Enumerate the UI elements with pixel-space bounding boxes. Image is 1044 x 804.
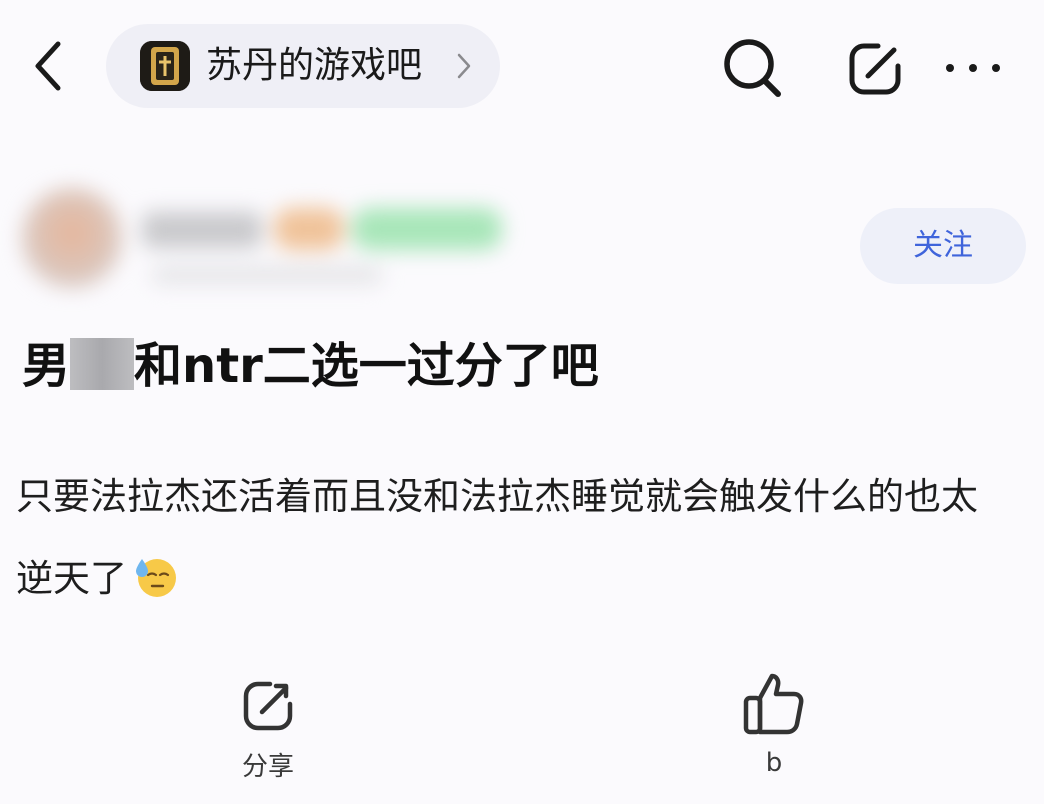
forum-name: 苏丹的游戏吧 bbox=[206, 45, 423, 86]
title-prefix: 男 bbox=[22, 338, 71, 394]
avatar[interactable] bbox=[22, 188, 122, 288]
like-button[interactable]: b bbox=[734, 670, 814, 786]
compose-button[interactable] bbox=[844, 38, 906, 100]
more-button[interactable] bbox=[940, 48, 1006, 88]
chevron-right-icon bbox=[457, 53, 471, 79]
share-icon bbox=[243, 681, 293, 731]
chevron-left-icon bbox=[35, 41, 61, 91]
share-label: 分享 bbox=[241, 752, 294, 782]
top-bar: 苏丹的游戏吧 bbox=[0, 0, 1044, 130]
search-icon bbox=[724, 39, 781, 97]
thumbs-up-icon bbox=[743, 673, 804, 735]
sweat-smile-emoji bbox=[133, 546, 179, 597]
forum-avatar-icon bbox=[140, 41, 190, 91]
follow-button[interactable]: 关注 bbox=[860, 208, 1026, 284]
edit-icon bbox=[849, 43, 901, 95]
more-horizontal-icon bbox=[946, 64, 1000, 72]
censored-block bbox=[70, 338, 135, 390]
like-count: b bbox=[765, 748, 783, 778]
post-body: 只要法拉杰还活着而且没和法拉杰睡觉就会触发什么的也太逆天了 bbox=[16, 456, 1006, 620]
share-button[interactable]: 分享 bbox=[228, 676, 308, 786]
title-suffix: 和ntr二选一过分了吧 bbox=[134, 338, 599, 394]
forum-link[interactable]: 苏丹的游戏吧 bbox=[106, 24, 500, 108]
author-info-blurred bbox=[12, 174, 512, 302]
back-button[interactable] bbox=[26, 40, 70, 92]
search-button[interactable] bbox=[720, 36, 784, 100]
post-title: 男 和ntr二选一过分了吧 bbox=[22, 334, 1022, 398]
